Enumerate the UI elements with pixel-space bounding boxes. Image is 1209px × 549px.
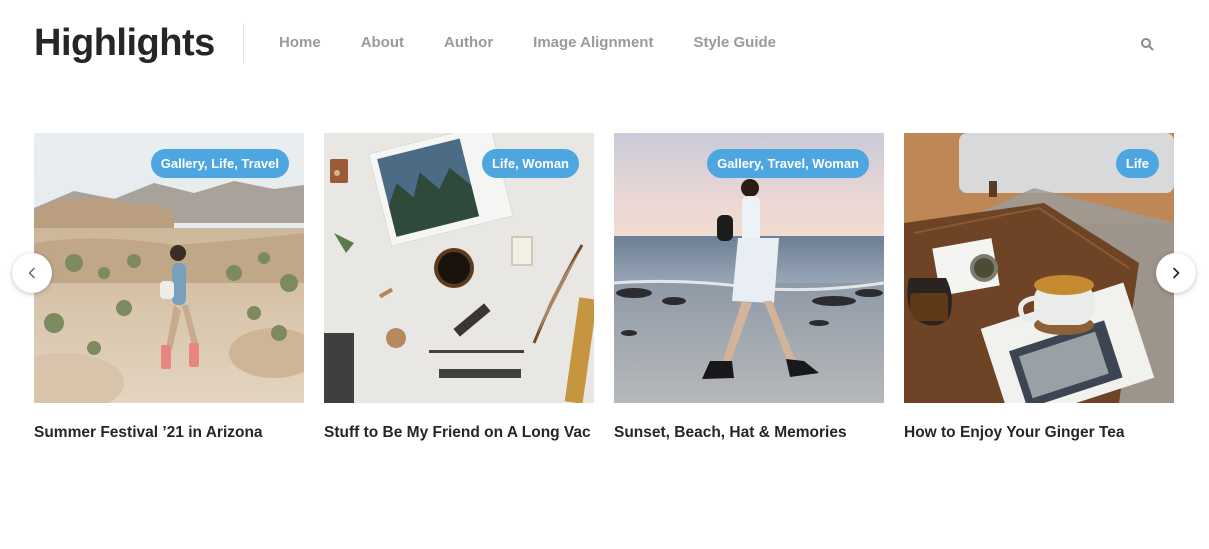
post-title[interactable]: Stuff to Be My Friend on A Long Vac	[324, 423, 594, 443]
category-badge[interactable]: Gallery, Life, Travel	[150, 149, 289, 178]
post-image[interactable]: Life	[904, 133, 1174, 403]
main-nav: Home About Author Image Alignment Style …	[279, 33, 816, 53]
header-divider	[243, 23, 244, 63]
post-title[interactable]: Sunset, Beach, Hat & Memories	[614, 423, 884, 443]
nav-image-alignment[interactable]: Image Alignment	[533, 33, 653, 53]
carousel-prev-button[interactable]	[12, 253, 52, 293]
post-card: Gallery, Life, Travel Summer Festival ’2…	[34, 133, 304, 443]
nav-about[interactable]: About	[361, 33, 404, 53]
carousel-next-button[interactable]	[1156, 253, 1196, 293]
category-badge[interactable]: Gallery, Travel, Woman	[707, 149, 869, 178]
chevron-right-icon	[1173, 267, 1180, 279]
category-badge[interactable]: Life	[1115, 149, 1159, 178]
post-title[interactable]: Summer Festival ’21 in Arizona	[34, 423, 304, 443]
post-card: Life How to Enjoy Your Ginger Tea	[904, 133, 1174, 443]
nav-style-guide[interactable]: Style Guide	[693, 33, 776, 53]
post-image[interactable]: Gallery, Travel, Woman	[614, 133, 884, 403]
post-card: Life, Woman Stuff to Be My Friend on A L…	[324, 133, 594, 443]
post-image[interactable]: Gallery, Life, Travel	[34, 133, 304, 403]
chevron-left-icon	[28, 267, 35, 279]
nav-home[interactable]: Home	[279, 33, 321, 53]
post-image[interactable]: Life, Woman	[324, 133, 594, 403]
category-badge[interactable]: Life, Woman	[481, 149, 579, 178]
site-title[interactable]: Highlights	[34, 18, 215, 68]
nav-author[interactable]: Author	[444, 33, 493, 53]
highlights-carousel: Gallery, Life, Travel Summer Festival ’2…	[0, 133, 1209, 473]
post-card: Gallery, Travel, Woman Sunset, Beach, Ha…	[614, 133, 884, 443]
post-title[interactable]: How to Enjoy Your Ginger Tea	[904, 423, 1174, 443]
search-icon[interactable]	[1139, 36, 1155, 52]
site-header: Highlights Home About Author Image Align…	[0, 0, 1209, 90]
